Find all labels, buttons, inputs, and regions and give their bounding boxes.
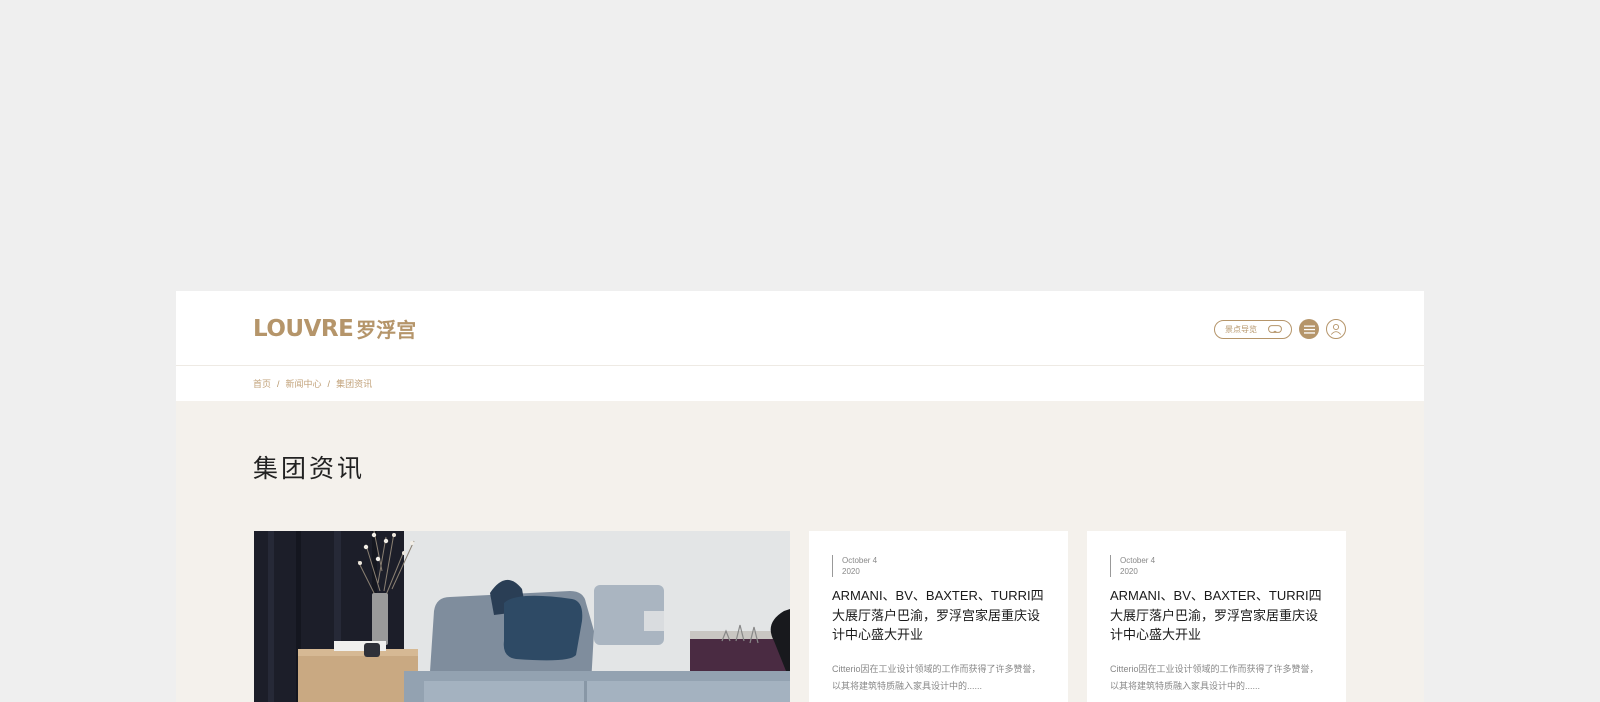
article-date-year: 2020 — [842, 567, 860, 576]
page-frame: LOUVRE 罗浮宫 景点导览 首页 / 新闻中心 / 集团资讯 集团资讯 Oc… — [176, 291, 1424, 702]
article-date-month-day: October 4 — [842, 556, 878, 565]
breadcrumb-item-home[interactable]: 首页 — [253, 377, 271, 390]
breadcrumb-item-news[interactable]: 新闻中心 — [286, 377, 322, 390]
breadcrumb-separator: / — [277, 378, 280, 389]
user-account-button[interactable] — [1326, 319, 1346, 339]
hamburger-menu-icon — [1303, 325, 1315, 334]
breadcrumb-item-current: 集团资讯 — [336, 379, 373, 389]
logo-wordmark-cn: 罗浮宫 — [356, 317, 417, 342]
article-excerpt: Citterio因在工业设计领域的工作而获得了许多赞誉，以其将建筑特质融入家具设… — [832, 664, 1041, 691]
article-date: October 4 2020 — [832, 555, 877, 577]
brand-logo[interactable]: LOUVRE 罗浮宫 — [253, 318, 416, 341]
article-date-year: 2020 — [1120, 567, 1138, 576]
user-icon — [1330, 323, 1342, 335]
article-excerpt: Citterio因在工业设计领域的工作而获得了许多赞誉，以其将建筑特质融入家具设… — [1110, 664, 1319, 691]
logo-wordmark-latin: LOUVRE — [253, 316, 354, 342]
article-card[interactable]: October 4 2020 ARMANI、BV、BAXTER、TURRI四大展… — [809, 531, 1068, 702]
article-card[interactable]: October 4 2020 ARMANI、BV、BAXTER、TURRI四大展… — [1087, 531, 1346, 702]
site-header: LOUVRE 罗浮宫 景点导览 — [176, 291, 1424, 366]
menu-button[interactable] — [1299, 319, 1319, 339]
featured-article-image[interactable] — [254, 531, 790, 702]
breadcrumb-separator: / — [327, 378, 331, 389]
article-date: October 4 2020 — [1110, 555, 1155, 577]
article-title[interactable]: ARMANI、BV、BAXTER、TURRI四大展厅落户巴渝，罗浮宫家居重庆设计… — [832, 586, 1052, 645]
breadcrumb: 首页 / 新闻中心 / 集团资讯 — [176, 366, 1424, 401]
vr-headset-icon — [1268, 325, 1282, 333]
article-date-month-day: October 4 — [1120, 556, 1156, 565]
guide-button[interactable]: 景点导览 — [1214, 319, 1292, 339]
page-title: 集团资讯 — [253, 455, 366, 483]
guide-button-label: 景点导览 — [1225, 324, 1257, 334]
article-title[interactable]: ARMANI、BV、BAXTER、TURRI四大展厅落户巴渝，罗浮宫家居重庆设计… — [1110, 586, 1330, 645]
header-tools: 景点导览 — [1214, 319, 1346, 339]
living-room-photo — [254, 531, 790, 702]
